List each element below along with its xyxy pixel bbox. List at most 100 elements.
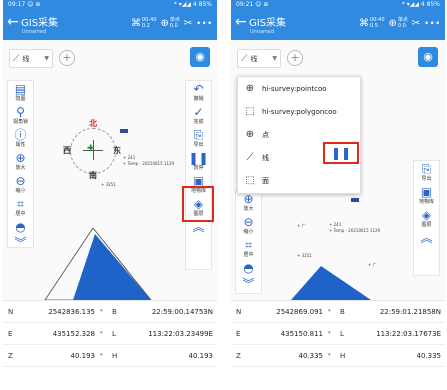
fix-status-button[interactable]: ⊕ 单点 0.0 <box>389 17 408 29</box>
zoom-in-tool[interactable]: ⊕ 放大 <box>236 191 261 214</box>
undo-tool[interactable]: ↶ 撤销 <box>186 81 211 104</box>
chevron-down-icon: ▼ <box>272 55 277 62</box>
position-wedge <box>44 228 152 300</box>
popup-item-polygoncoo[interactable]: ⬚ hi-survey:polygoncoo <box>238 100 360 123</box>
zoom-out-tool[interactable]: ⊖ 缩小 <box>236 214 261 237</box>
satellite-status-button[interactable]: ⌘ 00-40 0.2 <box>131 17 157 29</box>
collapse-toolbar-button[interactable]: ︾ <box>8 235 33 251</box>
add-layer-button[interactable]: + <box>59 50 75 66</box>
finish-tool[interactable]: ✓ 完成 <box>186 104 211 127</box>
pause-indicator-highlight: ❚❚ <box>323 142 359 164</box>
more-menu-icon[interactable]: ··· <box>196 16 213 30</box>
layers-tool[interactable]: ◈ 图层 <box>414 207 439 230</box>
compass-tool[interactable]: ◓ <box>236 260 261 276</box>
point-label: + Temp - 20210615 1129 <box>123 161 175 166</box>
chevron-down-icon[interactable]: ▾ <box>100 352 103 358</box>
more-menu-icon[interactable]: ··· <box>424 16 441 30</box>
north-label: 北 <box>89 119 97 128</box>
latitude-value: 22:59:01.21858N <box>379 308 441 316</box>
fix-value: 0.0 <box>169 23 178 29</box>
zoom-out-icon: ⊖ <box>15 174 26 188</box>
tool-label: 放大 <box>15 165 26 171</box>
tool-label: 视角锁 <box>12 119 28 125</box>
check-circle-icon: ✓ <box>193 105 204 119</box>
tool-label: 隐图 <box>15 96 26 102</box>
location-pin-icon: ◉ <box>423 50 433 63</box>
export-tool[interactable]: ⎘ 导出 <box>414 161 439 184</box>
target-icon: ⊕ <box>388 17 397 29</box>
popup-item-pointcoo[interactable]: ⊕ hi-survey:pointcoo <box>238 77 360 100</box>
zoom-in-tool[interactable]: ⊕ 放大 <box>8 150 33 173</box>
popup-item-polygon[interactable]: ⬚ 面 <box>238 169 360 192</box>
chevron-down-icon[interactable]: ▾ <box>328 352 331 358</box>
chevron-down-icon[interactable]: ▾ <box>100 330 103 336</box>
map-layers-icon: ▤ <box>14 82 27 96</box>
tools-icon[interactable]: ✂ <box>412 18 420 29</box>
back-arrow-icon[interactable]: ← <box>7 15 19 29</box>
status-time: 09:17 ☺ ⊕ <box>8 1 41 8</box>
chevron-down-icon[interactable]: ▾ <box>100 308 103 314</box>
feature-library-tool[interactable]: ▣ 地物库 <box>414 184 439 207</box>
zoom-out-tool[interactable]: ⊖ 缩小 <box>8 173 33 196</box>
tool-label: 图层 <box>421 222 432 228</box>
polyline-icon: ⟋ <box>241 53 248 64</box>
pause-tool[interactable]: ❚❚ 暂停 <box>186 150 211 173</box>
popup-item-label: 面 <box>262 176 269 185</box>
lock-view-tool[interactable]: ⚲ 视角锁 <box>8 104 33 127</box>
center-tool[interactable]: ⌗ 居中 <box>8 196 33 219</box>
latitude-value: 22:59:00.14753N <box>151 308 213 316</box>
feature-marker <box>351 198 359 202</box>
fix-status-button[interactable]: ⊕ 单点 0.0 <box>161 17 180 29</box>
popup-item-label: 线 <box>262 153 269 162</box>
hide-map-tool[interactable]: ▤ 隐图 <box>8 81 33 104</box>
point-label: + 241 <box>329 222 342 227</box>
compass-tool[interactable]: ◓ <box>8 219 33 235</box>
add-layer-button[interactable]: + <box>287 50 303 66</box>
polygon-square-icon: ⬚ <box>245 106 255 117</box>
coord-row: N 2542836.135 ▾ B 22:59:00.14753N <box>3 301 217 323</box>
center-tool[interactable]: ⌗ 居中 <box>236 237 261 260</box>
export-icon: ⎘ <box>421 162 432 176</box>
satellite-icon: ⌘ <box>130 17 141 29</box>
locate-button[interactable]: ◉ <box>418 47 438 67</box>
layer-type-select[interactable]: ⟋ 线 ▼ <box>237 49 281 68</box>
tools-icon[interactable]: ✂ <box>184 18 192 29</box>
satellite-status-button[interactable]: ⌘ 00-40 0.5 <box>359 17 385 29</box>
left-phone-screen: 09:17 ☺ ⊕ * ▾◢◢ 4 85% ← GIS采集 Unnamed ⌘ … <box>3 0 217 390</box>
coord-key: E <box>236 330 241 338</box>
chevron-down-icon: ▼ <box>44 55 49 62</box>
locate-button[interactable]: ◉ <box>190 47 210 67</box>
tool-label: 完成 <box>193 119 204 125</box>
current-position-icon: ✚ <box>87 144 95 154</box>
compass-icon: ◓ <box>243 261 254 275</box>
feature-marker <box>120 129 128 133</box>
back-arrow-icon[interactable]: ← <box>235 15 247 29</box>
tool-label: 放大 <box>243 206 254 212</box>
attribute-tool[interactable]: ⓘ 属性 <box>8 127 33 150</box>
tool-label: 缩小 <box>243 229 254 235</box>
collapse-toolbar-button[interactable]: ︾ <box>236 276 261 292</box>
layer-type-select[interactable]: ⟋ 线 ▼ <box>9 49 53 68</box>
east-label: 东 <box>113 146 121 155</box>
coord-row: Z 40.193 ▾ H 40.193 <box>3 345 217 367</box>
collapse-right-toolbar-button[interactable]: ︽ <box>414 230 439 246</box>
app-title: GIS采集 <box>21 18 59 29</box>
chevron-down-icon[interactable]: ▾ <box>328 330 331 336</box>
coordinate-panel: N 2542869.091 ▾ B 22:59:01.21858N E 4351… <box>231 300 445 390</box>
export-tool[interactable]: ⎘ 导出 <box>186 127 211 150</box>
right-toolbar: ↶ 撤销 ✓ 完成 ⎘ 导出 ❚❚ 暂停 ▣ 地物库 ◈ 图层 ︽ <box>185 80 212 270</box>
compass-icon: ◓ <box>15 220 26 234</box>
map-canvas[interactable]: ⟋ 线 ▼ + ◉ ▤ 隐图 ⚲ 视角锁 ⓘ 属性 ⊕ 放大 ⊖ 缩小 ⌗ 居中 ◓ ︾ ↶… <box>3 40 217 300</box>
app-header: ← GIS采集 Unnamed ⌘ 00-40 0.5 ⊕ 单点 0.0 ✂ ··· <box>231 10 445 40</box>
point-label: + 3251 <box>101 182 116 187</box>
layer-type-value: 线 <box>250 54 258 63</box>
app-title: GIS采集 <box>249 18 287 29</box>
chevron-down-icon[interactable]: ▾ <box>328 308 331 314</box>
point-label: + 241 <box>123 155 136 160</box>
northing-value: 2542836.135 <box>48 308 95 316</box>
chevron-double-up-icon: ︽ <box>420 231 433 245</box>
pause-icon: ❚❚ <box>188 151 209 165</box>
library-icon: ▣ <box>420 185 433 199</box>
height-value: 40.335 <box>416 352 442 360</box>
coord-key: H <box>340 352 346 360</box>
